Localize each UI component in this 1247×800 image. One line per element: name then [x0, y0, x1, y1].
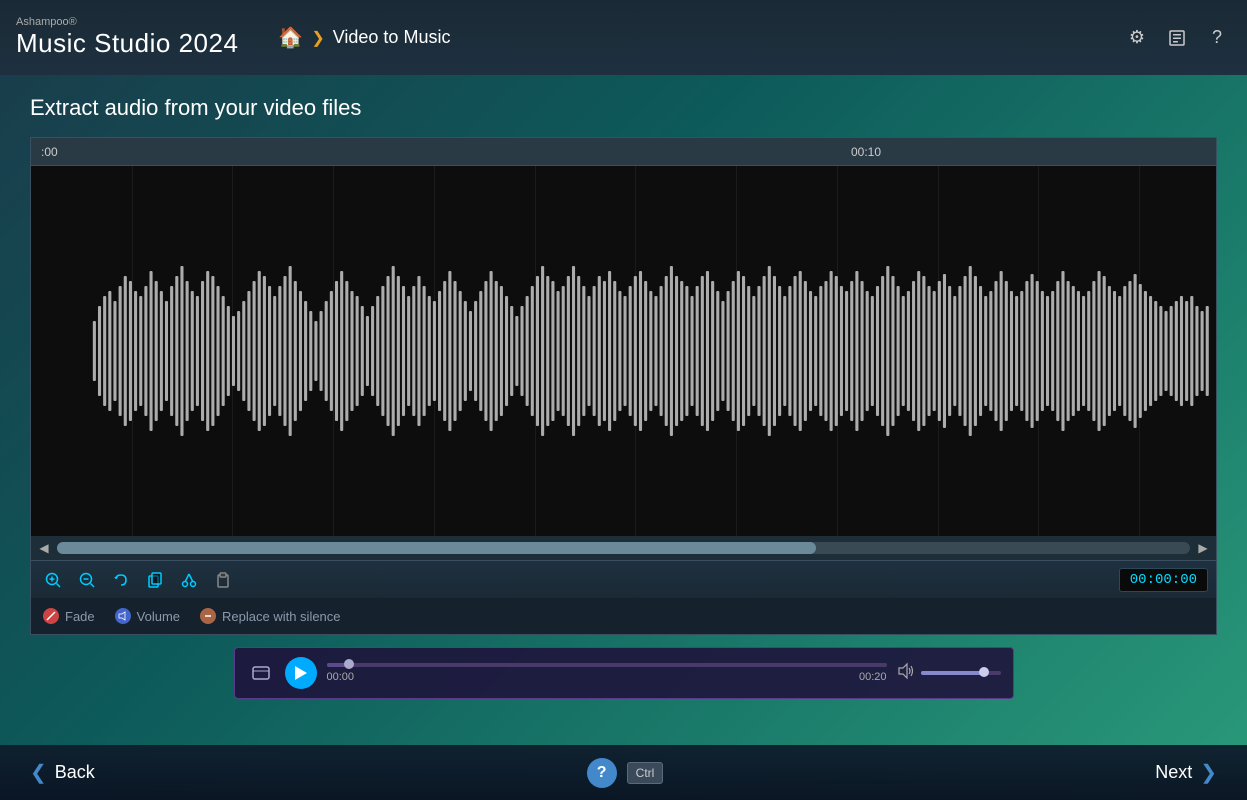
next-label: Next [1155, 762, 1192, 783]
main-content: Extract audio from your video files :00 … [0, 75, 1247, 699]
scroll-left-button[interactable]: ◀ [35, 539, 53, 557]
volume-area [897, 662, 1001, 685]
volume-icon [115, 608, 131, 624]
player-bar: 00:00 00:20 [234, 647, 1014, 699]
settings-icon[interactable]: ⚙ [1123, 24, 1151, 52]
waveform-area[interactable] [31, 166, 1216, 536]
fade-icon [43, 608, 59, 624]
help-icon: ? [597, 764, 607, 782]
horizontal-scrollbar[interactable]: ◀ ▶ [31, 536, 1216, 560]
next-arrow-icon: ❯ [1200, 760, 1217, 785]
total-time: 00:20 [859, 671, 887, 683]
time-display: 00:00:00 [1119, 568, 1208, 592]
paste-button[interactable] [209, 566, 237, 594]
ctrl-badge: Ctrl [627, 762, 664, 784]
progress-track[interactable] [327, 663, 887, 667]
waveform-container: :00 00:10 [30, 137, 1217, 635]
current-time: 00:00 [327, 671, 355, 683]
brand-label: Ashampoo® [16, 16, 238, 28]
timeline-bar: :00 00:10 [31, 138, 1216, 166]
back-button[interactable]: ❮ Back [30, 760, 95, 785]
scroll-right-button[interactable]: ▶ [1194, 539, 1212, 557]
timeline-mark-start: :00 [41, 145, 58, 159]
volume-speaker-icon[interactable] [897, 662, 915, 685]
app-header: Ashampoo® Music Studio 2024 🏠 ❯ Video to… [0, 0, 1247, 75]
play-button[interactable] [285, 657, 317, 689]
help-header-icon[interactable]: ? [1203, 24, 1231, 52]
breadcrumb-chevron: ❯ [311, 28, 324, 48]
time-labels: 00:00 00:20 [327, 671, 887, 683]
app-title: Music Studio 2024 [16, 28, 238, 59]
undo-button[interactable] [107, 566, 135, 594]
app-branding: Ashampoo® Music Studio 2024 [16, 16, 238, 59]
bottom-center-actions: ? Ctrl [587, 758, 664, 788]
replace-silence-button[interactable]: Replace with silence [200, 608, 341, 624]
copy-button[interactable] [141, 566, 169, 594]
header-actions: ⚙ ? [1123, 24, 1231, 52]
zoom-out-button[interactable] [73, 566, 101, 594]
fade-label: Fade [65, 609, 95, 624]
zoom-in-button[interactable] [39, 566, 67, 594]
file-manager-icon[interactable] [1163, 24, 1191, 52]
back-label: Back [55, 762, 95, 783]
back-arrow-icon: ❮ [30, 760, 47, 785]
loop-button[interactable] [247, 659, 275, 687]
silence-icon [200, 608, 216, 624]
edit-options-row: Fade Volume Replace with silence [31, 598, 1216, 634]
volume-label: Volume [137, 609, 180, 624]
cut-button[interactable] [175, 566, 203, 594]
volume-fill [921, 671, 985, 675]
volume-button[interactable]: Volume [115, 608, 180, 624]
volume-handle[interactable] [979, 667, 989, 677]
next-button[interactable]: Next ❯ [1155, 760, 1217, 785]
waveform-toolbar: 00:00:00 [31, 560, 1216, 598]
page-title: Extract audio from your video files [30, 95, 1217, 121]
volume-track[interactable] [921, 671, 1001, 675]
bottom-navigation: ❮ Back ? Ctrl Next ❯ [0, 745, 1247, 800]
replace-silence-label: Replace with silence [222, 609, 341, 624]
nav-title: Video to Music [333, 27, 451, 48]
timeline-mark-ten: 00:10 [851, 145, 881, 159]
fade-button[interactable]: Fade [43, 608, 95, 624]
home-icon[interactable]: 🏠 [278, 25, 303, 50]
scrollbar-track[interactable] [57, 542, 1190, 554]
breadcrumb: 🏠 ❯ Video to Music [278, 25, 450, 50]
scrollbar-thumb[interactable] [57, 542, 816, 554]
progress-handle[interactable] [344, 659, 354, 669]
progress-area[interactable]: 00:00 00:20 [327, 663, 887, 683]
help-button[interactable]: ? [587, 758, 617, 788]
